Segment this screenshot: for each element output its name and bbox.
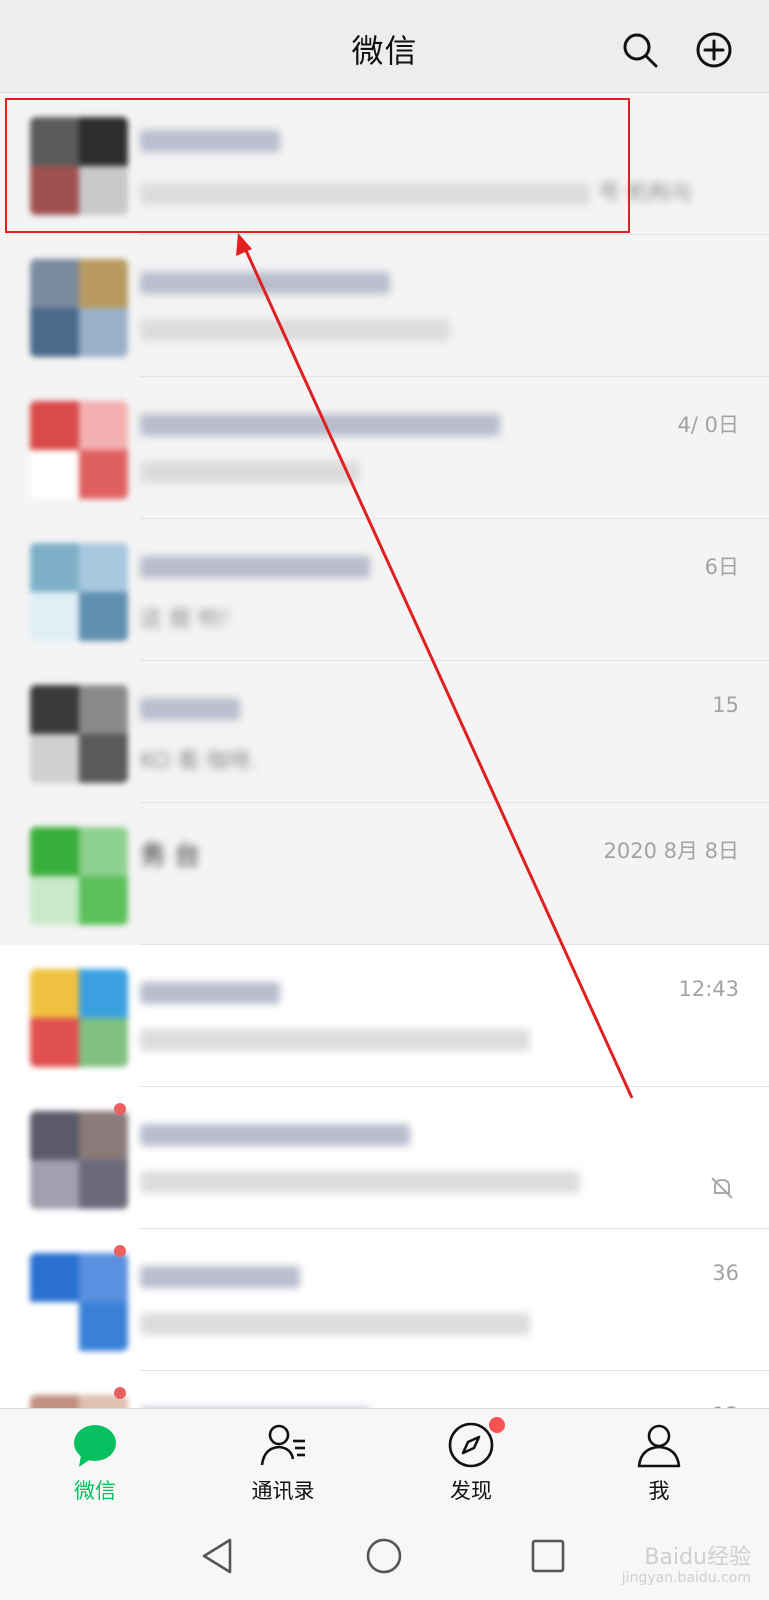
chat-preview <box>140 459 368 484</box>
tab-contacts[interactable]: 通讯录 <box>203 1409 363 1513</box>
back-triangle-icon[interactable] <box>196 1532 244 1580</box>
chat-row[interactable]: KO 看 咖啡. 15 <box>0 661 769 803</box>
home-circle-icon[interactable] <box>360 1532 408 1580</box>
watermark-url: jingyan.baidu.com <box>621 1569 751 1586</box>
watermark-text: Baidu经验 <box>644 1545 751 1571</box>
redacted-block <box>140 1123 410 1146</box>
watermark: Baidu经验 jingyan.baidu.com <box>622 1546 751 1586</box>
redacted-block <box>140 697 240 720</box>
chat-name <box>140 551 378 581</box>
unread-dot <box>114 1245 126 1257</box>
chat-row[interactable]: 12:43 <box>0 945 769 1087</box>
contacts-icon <box>260 1424 305 1466</box>
chat-avatar <box>30 685 128 783</box>
chat-time: 36 <box>712 1261 739 1285</box>
chat-avatar <box>30 1111 128 1209</box>
redacted-block <box>140 271 390 294</box>
redacted-block <box>140 1029 530 1051</box>
chat-preview <box>140 1311 538 1336</box>
tab-label: 发现 <box>450 1479 492 1503</box>
chat-time: 15 <box>712 693 739 717</box>
muted-bell-icon <box>711 1177 733 1199</box>
chat-time: 2020 8月 8日 <box>603 839 739 863</box>
unread-dot <box>114 1387 126 1399</box>
chat-list[interactable]: 号 机构与 4/ 0日这 报 哟！ 6日 KO 看 咖啡. 15 务 台 2020 8月 8… <box>0 93 769 1408</box>
redacted-block <box>140 461 360 483</box>
tab-discover[interactable]: 发现 <box>391 1409 551 1513</box>
redacted-block <box>140 1171 580 1193</box>
redacted-block <box>140 1265 300 1288</box>
redacted-block <box>140 183 590 205</box>
chat-avatar <box>30 259 128 357</box>
system-nav-bar: Baidu经验 jingyan.baidu.com <box>0 1512 769 1600</box>
chat-preview <box>140 1027 538 1052</box>
chat-row[interactable]: 12 <box>0 1371 769 1408</box>
tab-label: 通讯录 <box>251 1479 315 1503</box>
chat-row[interactable]: 4/ 0日 <box>0 377 769 519</box>
chat-row[interactable]: 务 台 2020 8月 8日 <box>0 803 769 945</box>
top-bar: 微信 <box>0 0 769 93</box>
recents-square-icon[interactable] <box>524 1532 572 1580</box>
chat-avatar <box>30 827 128 925</box>
chat-avatar <box>30 1395 128 1408</box>
chat-time: 12:43 <box>678 977 739 1001</box>
chat-name <box>140 409 508 439</box>
redacted-block <box>140 555 370 578</box>
chat-avatar <box>30 969 128 1067</box>
chat-time: 4/ 0日 <box>677 413 739 437</box>
chat-name-text: 务 台 <box>140 841 201 871</box>
redacted-block <box>140 1313 530 1335</box>
chat-name <box>140 1119 418 1149</box>
chat-name <box>140 267 398 297</box>
search-icon[interactable] <box>620 30 660 70</box>
chat-row[interactable] <box>0 235 769 377</box>
redacted-block <box>140 319 450 341</box>
chat-avatar <box>30 401 128 499</box>
chat-name <box>140 693 248 723</box>
chat-row[interactable]: 号 机构与 <box>0 93 769 235</box>
chat-name <box>140 125 288 155</box>
chat-name: 务 台 <box>140 835 200 872</box>
notification-dot <box>489 1417 505 1433</box>
chat-row[interactable]: 36 <box>0 1229 769 1371</box>
chat-time: 6日 <box>704 555 739 579</box>
compass-icon <box>448 1422 494 1468</box>
unread-dot <box>114 1103 126 1115</box>
chat-row[interactable] <box>0 1087 769 1229</box>
chat-preview: 这 报 哟！ <box>140 601 242 633</box>
chat-name <box>140 977 288 1007</box>
chat-preview <box>140 317 458 342</box>
chat-preview: 号 机构与 <box>140 175 693 207</box>
redacted-block <box>140 413 500 436</box>
chat-preview: KO 看 咖啡. <box>140 743 258 775</box>
chat-preview <box>140 1169 588 1194</box>
chat-preview-text: KO 看 咖啡. <box>140 749 258 774</box>
chat-name <box>140 1261 308 1291</box>
add-circle-icon[interactable] <box>694 30 734 70</box>
bottom-tab-bar: 微信 通讯录 发现 我 <box>0 1408 769 1513</box>
redacted-block <box>140 981 280 1004</box>
tab-me[interactable]: 我 <box>579 1409 739 1513</box>
chat-preview-text: 这 报 哟！ <box>140 607 242 632</box>
chat-avatar <box>30 543 128 641</box>
chat-bubble-icon <box>74 1425 116 1467</box>
chat-row[interactable]: 这 报 哟！ 6日 <box>0 519 769 661</box>
person-icon <box>637 1424 681 1468</box>
tab-chats[interactable]: 微信 <box>15 1409 175 1513</box>
redacted-block <box>140 129 280 152</box>
tab-label: 我 <box>648 1479 670 1503</box>
chat-preview-text: 号 机构与 <box>598 181 693 206</box>
tab-label: 微信 <box>74 1479 116 1503</box>
chat-avatar <box>30 1253 128 1351</box>
chat-avatar <box>30 117 128 215</box>
